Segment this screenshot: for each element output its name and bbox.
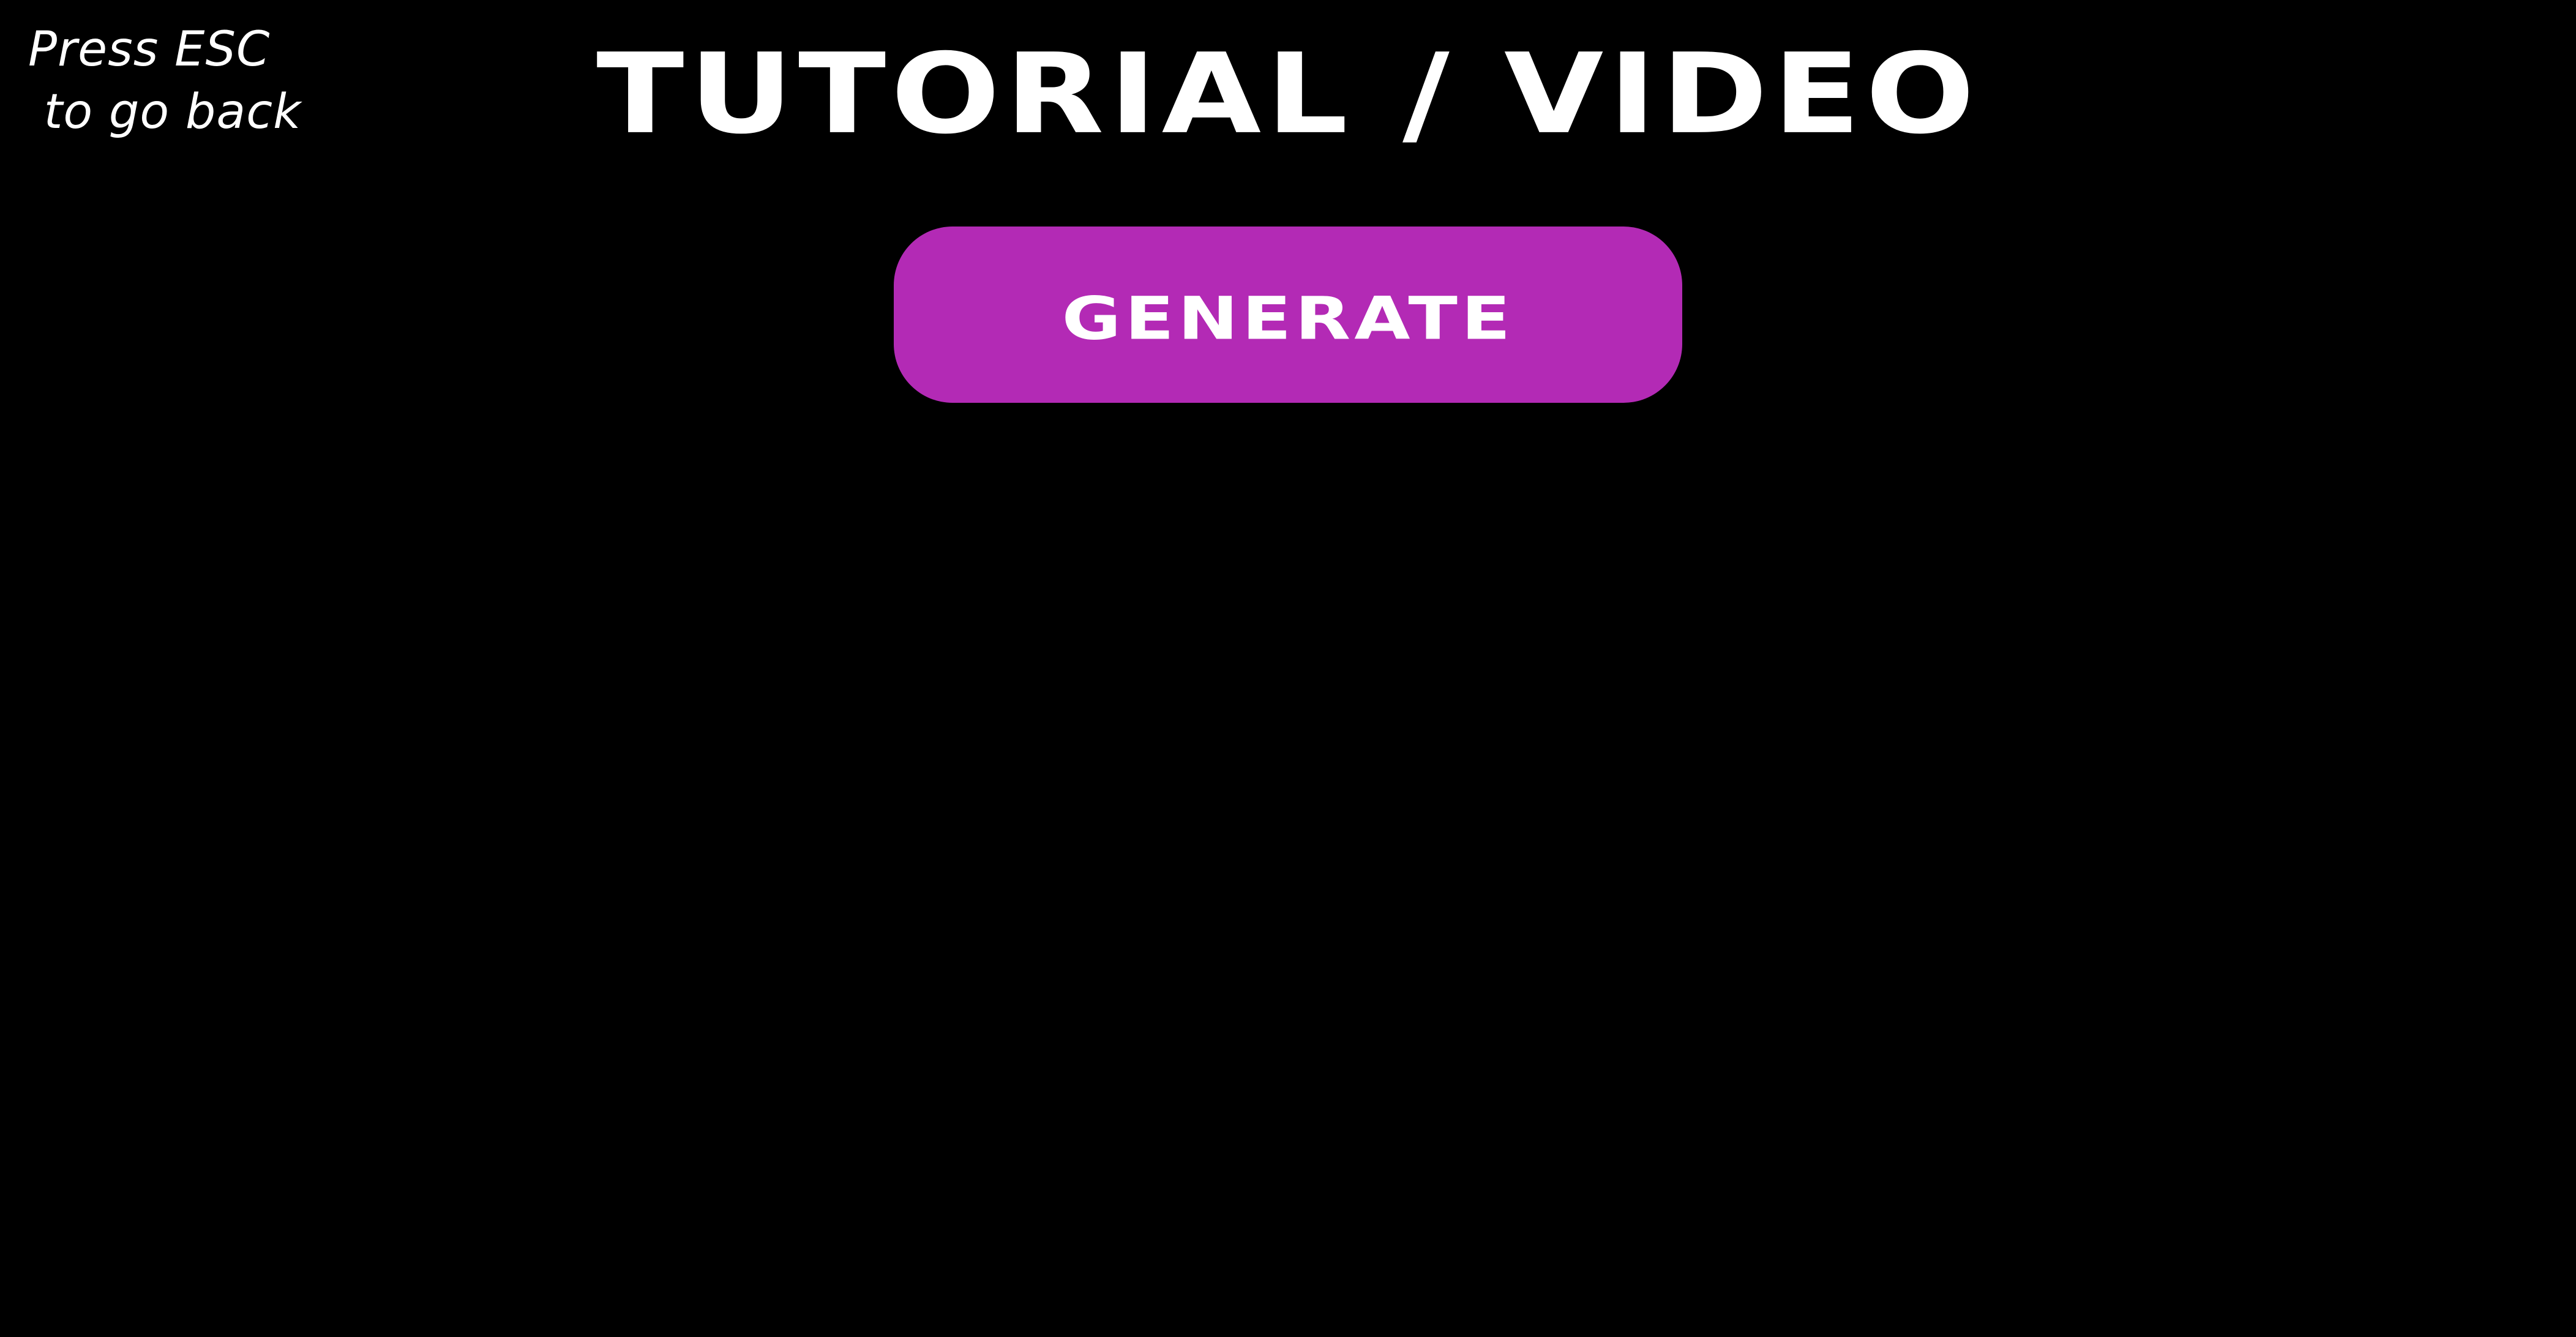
tutorial-video-screen: Press ESC to go back TUTORIAL / VIDEO GE… bbox=[0, 0, 2576, 1337]
generate-button[interactable]: GENERATE bbox=[894, 227, 1682, 403]
generate-button-label: GENERATE bbox=[1061, 283, 1515, 353]
page-title: TUTORIAL / VIDEO bbox=[596, 29, 1980, 159]
